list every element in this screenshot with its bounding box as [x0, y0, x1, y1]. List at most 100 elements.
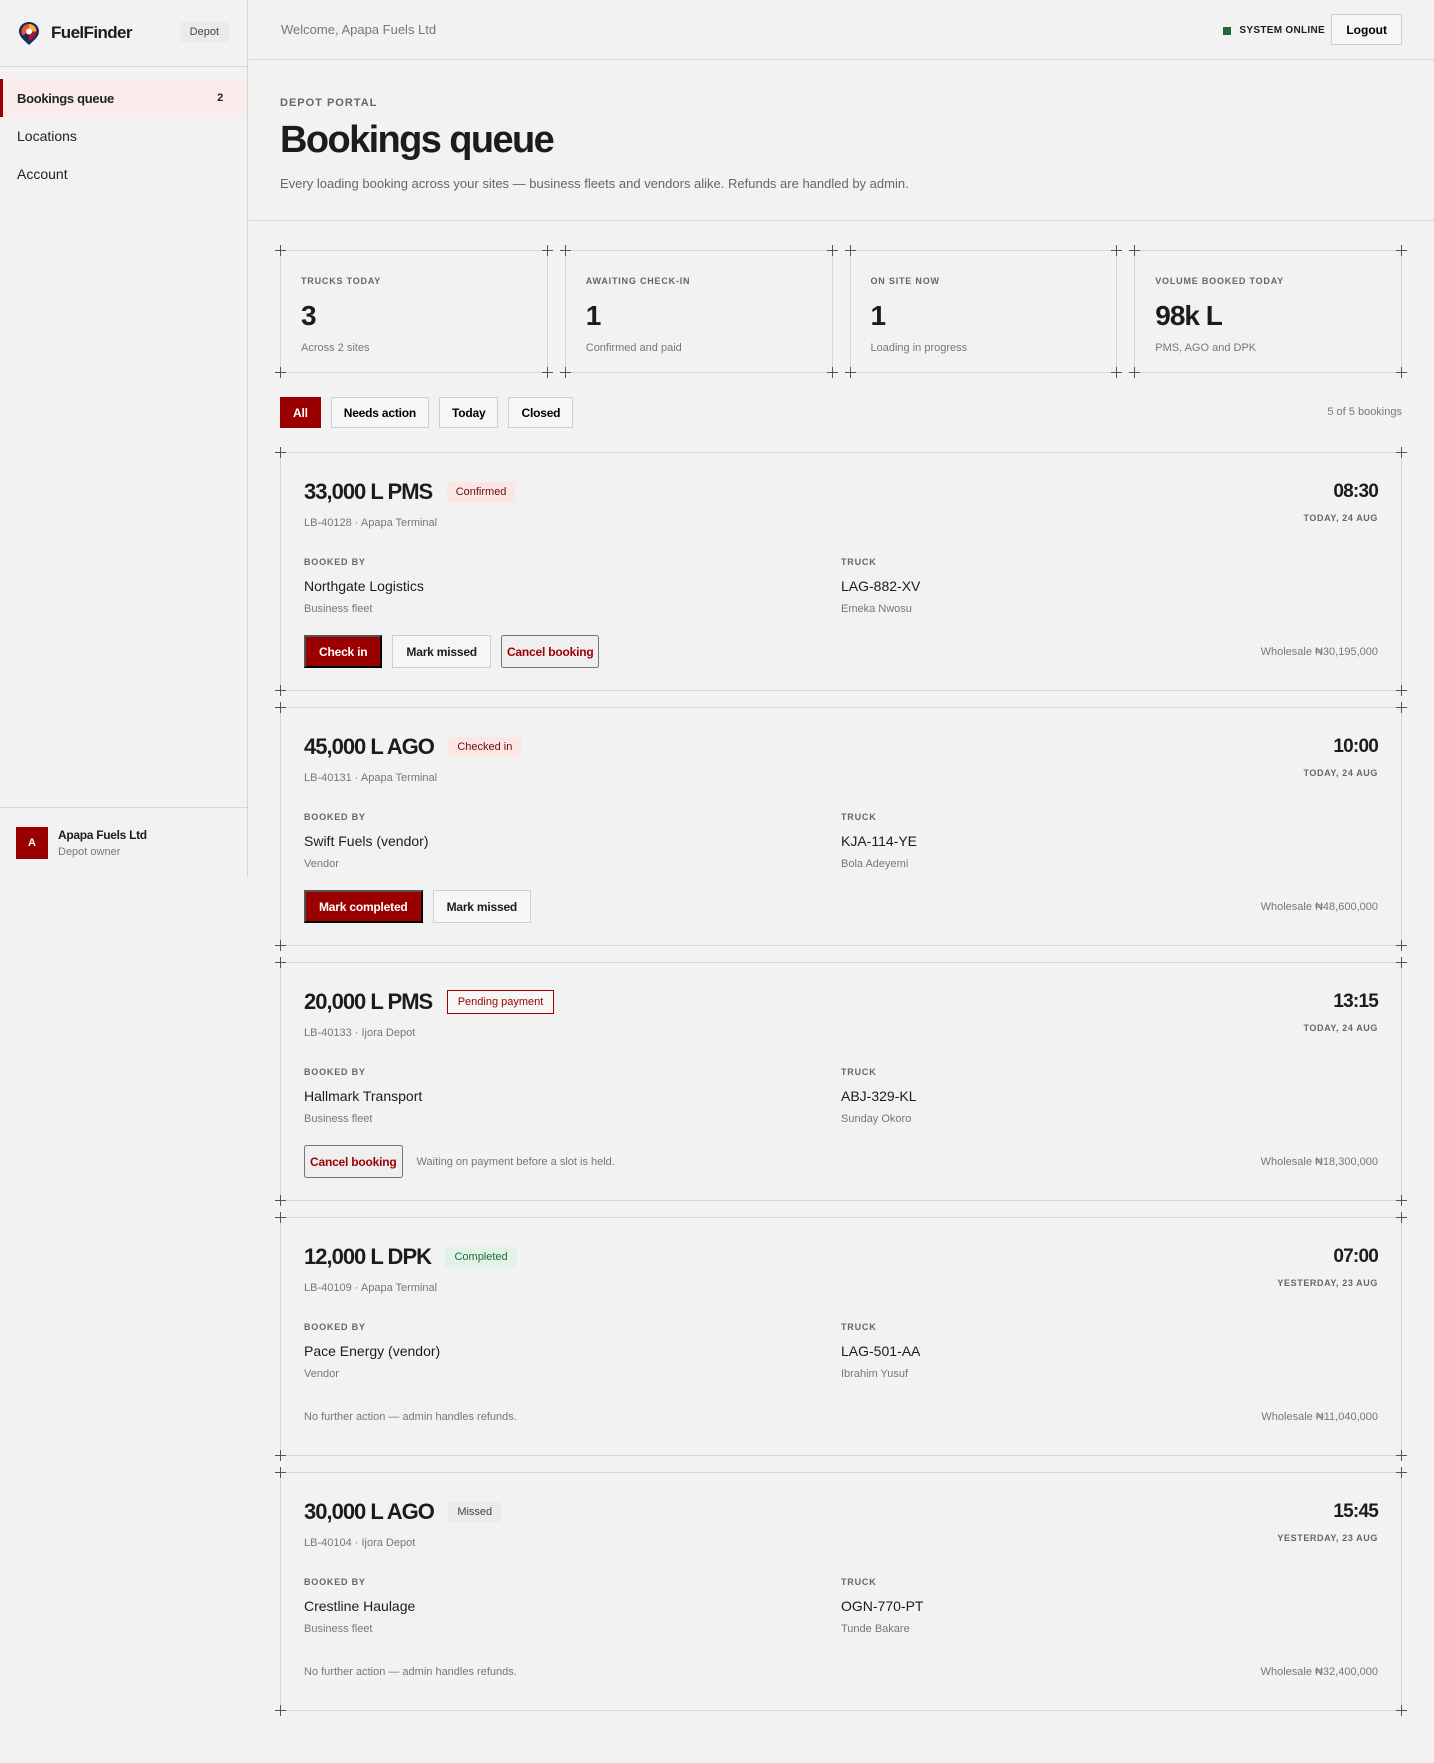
booking-card: 30,000 L AGO Missed LB-40104 · Ijora Dep…: [275, 1467, 1407, 1716]
sidebar-item-label: Bookings queue: [17, 90, 114, 106]
truck-plate: KJA-114-YE: [841, 833, 917, 849]
truck-label: TRUCK: [841, 557, 877, 567]
user-profile[interactable]: A Apapa Fuels Ltd Depot owner: [0, 807, 247, 877]
check-in-button[interactable]: Check in: [304, 635, 383, 668]
sidebar-item-locations[interactable]: Locations: [0, 117, 247, 155]
booking-note: Waiting on payment before a slot is held…: [416, 1155, 615, 1168]
wholesale-price: Wholesale ₦11,040,000: [1261, 1411, 1378, 1423]
page-header: DEPOT PORTAL Bookings queue Every loadin…: [249, 61, 1434, 221]
booking-details: BOOKED BY Pace Energy (vendor) Vendor TR…: [304, 1322, 1378, 1380]
booking-volume: 45,000 L AGO: [304, 734, 435, 759]
system-status: SYSTEM ONLINE: [1223, 25, 1325, 36]
booking-card: 45,000 L AGO Checked in LB-40131 · Apapa…: [275, 702, 1407, 951]
wholesale-price: Wholesale ₦48,600,000: [1260, 901, 1378, 913]
booking-time: 15:45: [1333, 1501, 1378, 1522]
booking-day: TODAY, 24 AUG: [1303, 768, 1378, 778]
booking-card: 12,000 L DPK Completed LB-40109 · Apapa …: [275, 1212, 1407, 1461]
booked-by-name: Northgate Logistics: [304, 578, 424, 594]
booking-details: BOOKED BY Crestline Haulage Business fle…: [304, 1577, 1378, 1635]
stat-label: VOLUME BOOKED TODAY: [1155, 276, 1284, 286]
wholesale-price: Wholesale ₦30,195,000: [1260, 646, 1378, 658]
booking-day: YESTERDAY, 23 AUG: [1277, 1533, 1378, 1543]
user-name: Apapa Fuels Ltd: [58, 827, 147, 842]
booking-card: 20,000 L PMS Pending payment LB-40133 · …: [275, 957, 1407, 1206]
wholesale-price: Wholesale ₦32,400,000: [1260, 1666, 1378, 1678]
booking-day: TODAY, 24 AUG: [1303, 1023, 1378, 1033]
booking-actions: No further action — admin handles refund…: [304, 1655, 1378, 1688]
booking-time: 13:15: [1333, 991, 1378, 1012]
user-role: Depot owner: [58, 845, 121, 858]
truck-driver: Sunday Okoro: [841, 1113, 912, 1125]
filter-today[interactable]: Today: [439, 397, 499, 428]
booking-volume: 12,000 L DPK: [304, 1244, 432, 1269]
stat-awaiting-check-in: AWAITING CHECK-IN 1 Confirmed and paid: [559, 245, 838, 378]
truck-driver: Tunde Bakare: [841, 1623, 910, 1635]
booked-by-type: Vendor: [304, 1368, 339, 1380]
mark-missed-button[interactable]: Mark missed: [392, 635, 491, 668]
truck-label: TRUCK: [841, 1067, 877, 1077]
stat-on-site-now: ON SITE NOW 1 Loading in progress: [844, 245, 1123, 378]
truck-label: TRUCK: [841, 1577, 877, 1587]
mark-missed-button[interactable]: Mark missed: [432, 890, 532, 923]
truck-driver: Ibrahim Yusuf: [841, 1368, 909, 1380]
booking-day: TODAY, 24 AUG: [1303, 513, 1378, 523]
wholesale-price: Wholesale ₦18,300,000: [1260, 1156, 1378, 1168]
stat-value: 1: [585, 300, 602, 331]
stats-row: TRUCKS TODAY 3 Across 2 sites AWAITING C…: [275, 245, 1407, 378]
bookings-count-badge: 2: [217, 92, 223, 104]
stat-note: Across 2 sites: [301, 342, 370, 354]
status-badge: Checked in: [448, 737, 522, 757]
filter-closed[interactable]: Closed: [508, 397, 574, 428]
sidebar: FuelFinder Depot Bookings queue 2 Locati…: [0, 0, 248, 877]
truck-driver: Bola Adeyemi: [841, 858, 909, 870]
stat-trucks-today: TRUCKS TODAY 3 Across 2 sites: [275, 245, 553, 378]
filter-all[interactable]: All: [280, 397, 321, 428]
booked-by-type: Vendor: [304, 858, 339, 870]
truck-plate: LAG-501-AA: [841, 1343, 921, 1359]
cancel-booking-button[interactable]: Cancel booking: [304, 1145, 403, 1178]
stat-note: Confirmed and paid: [585, 342, 682, 354]
filter-needs-action[interactable]: Needs action: [330, 397, 430, 428]
booking-time: 10:00: [1333, 736, 1378, 757]
page-eyebrow: DEPOT PORTAL: [280, 97, 378, 109]
status-badge: Completed: [445, 1247, 517, 1267]
sidebar-item-label: Account: [17, 166, 68, 182]
stat-volume-booked-today: VOLUME BOOKED TODAY 98k L PMS, AGO and D…: [1129, 245, 1407, 378]
booking-reference: LB-40128 · Apapa Terminal: [304, 517, 438, 529]
booked-by-name: Crestline Haulage: [304, 1598, 416, 1614]
booking-card: 33,000 L PMS Confirmed LB-40128 · Apapa …: [275, 447, 1407, 696]
truck-driver: Emeka Nwosu: [841, 603, 912, 615]
booking-reference: LB-40133 · Ijora Depot: [304, 1027, 416, 1039]
booking-reference: LB-40104 · Ijora Depot: [304, 1537, 416, 1549]
sidebar-item-bookings-queue[interactable]: Bookings queue 2: [0, 79, 247, 117]
truck-label: TRUCK: [841, 812, 877, 822]
booked-by-label: BOOKED BY: [304, 812, 366, 822]
fuelfinder-logo-icon: [19, 22, 39, 45]
booking-volume: 33,000 L PMS: [304, 479, 433, 504]
booked-by-label: BOOKED BY: [304, 1067, 366, 1077]
bookings-count: 5 of 5 bookings: [1327, 406, 1402, 418]
truck-plate: ABJ-329-KL: [841, 1088, 917, 1104]
top-bar: Welcome, Apapa Fuels Ltd SYSTEM ONLINE L…: [249, 0, 1434, 60]
logout-button[interactable]: Logout: [1331, 14, 1402, 45]
booking-note: No further action — admin handles refund…: [304, 1410, 517, 1423]
stat-note: PMS, AGO and DPK: [1155, 342, 1257, 354]
brand[interactable]: FuelFinder Depot: [0, 0, 247, 67]
booked-by-type: Business fleet: [304, 603, 373, 615]
booking-actions: Check in Mark missed Cancel booking Whol…: [304, 635, 1378, 668]
filter-bar: All Needs action Today Closed: [280, 397, 574, 428]
truck-plate: LAG-882-XV: [841, 578, 921, 594]
mark-completed-button[interactable]: Mark completed: [304, 890, 423, 923]
status-badge: Missed: [448, 1502, 502, 1522]
booking-details: BOOKED BY Hallmark Transport Business fl…: [304, 1067, 1378, 1125]
portal-tag: Depot: [179, 22, 229, 42]
booked-by-label: BOOKED BY: [304, 557, 366, 567]
stat-label: AWAITING CHECK-IN: [585, 276, 691, 286]
booked-by-name: Hallmark Transport: [304, 1088, 423, 1104]
sidebar-item-account[interactable]: Account: [0, 155, 247, 193]
booked-by-label: BOOKED BY: [304, 1577, 366, 1587]
cancel-booking-button[interactable]: Cancel booking: [500, 635, 600, 668]
sidebar-nav: Bookings queue 2 Locations Account: [0, 67, 247, 193]
booked-by-type: Business fleet: [304, 1113, 373, 1125]
avatar: A: [16, 826, 48, 859]
